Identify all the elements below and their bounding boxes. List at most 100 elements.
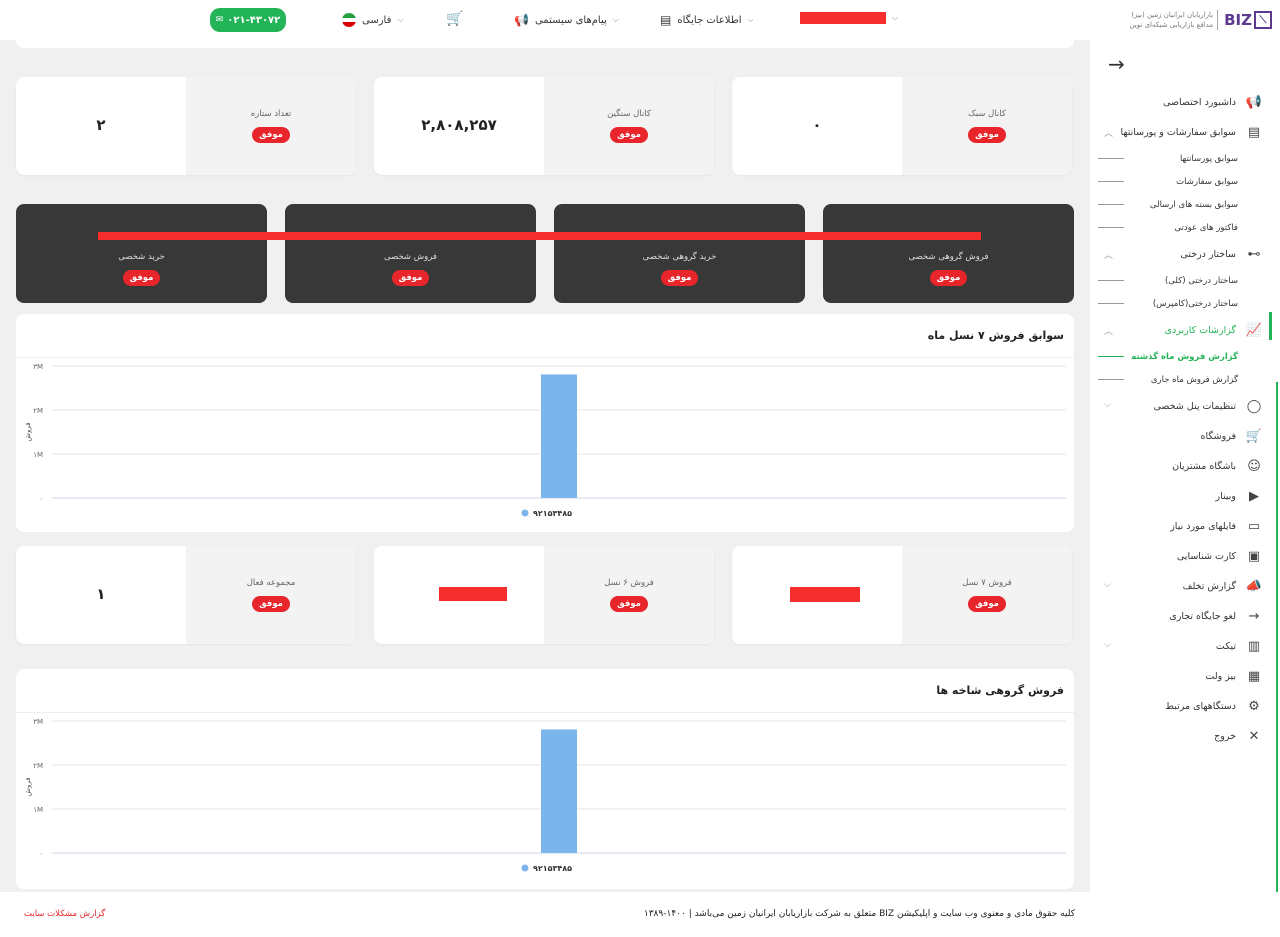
id-card-icon: ▣ [1247, 548, 1261, 564]
report-problems-link[interactable]: گزارش مشکلات سایت [24, 909, 105, 919]
y-tick-label: ۳M [33, 363, 43, 371]
sidebar-item[interactable]: ▶ وبینار [1090, 481, 1280, 511]
chevron-down-icon: ⌵ [892, 13, 899, 22]
bar-chart: ۳M ۲M ۱M ۰ فروش ۹۲۱۵۳۴۸۵ [24, 363, 1066, 518]
sidebar-item[interactable]: 📢 داشبورد اختصاصی [1090, 87, 1280, 117]
arrow-out-icon: → [1248, 608, 1260, 624]
legend-marker [521, 864, 529, 872]
sidebar-item-label: کارت شناسایی [1176, 550, 1236, 562]
sidebar-subitem[interactable]: فاکتور های عودتی [1090, 216, 1280, 239]
sidebar-item[interactable]: → لغو جایگاه تجاری [1090, 601, 1280, 631]
close-icon: ✕ [1248, 728, 1260, 744]
site-info-menu[interactable]: ⌵ اطلاعات جایگاه ▤ [660, 13, 754, 27]
megaphone-icon: 📢 [1245, 94, 1263, 110]
dark-card-label: خرید شخصی [118, 252, 165, 262]
legend-label[interactable]: ۹۲۱۵۳۴۸۵ [533, 864, 572, 873]
sidebar-item-label: خروج [1214, 730, 1236, 742]
phone-button[interactable]: ۰۲۱-۴۳۰۷۲ ✉ [210, 8, 286, 32]
sidebar-subitem[interactable]: گزارش فروش ماه جاری [1090, 368, 1280, 391]
sidebar-item-label: وبینار [1215, 490, 1236, 502]
stat-card-label-box: فروش ۷ نسل موفق [902, 546, 1072, 644]
sidebar-subitem[interactable]: ساختار درختی (کلی) [1090, 269, 1280, 292]
barcode-icon: ▥ [1247, 638, 1261, 654]
sidebar-subitem[interactable]: سوابق پورسانتها [1090, 147, 1280, 170]
user-icon: ◯ [1246, 398, 1262, 414]
cart-icon[interactable]: 🛒 [446, 11, 463, 27]
sidebar-item[interactable]: ▥ تیکت ⌵ [1090, 631, 1280, 661]
chart-title: سوابق فروش ۷ نسل ماه [16, 314, 1074, 358]
stat-card-label-box: تعداد ستاره موفق [186, 77, 356, 175]
legend-marker [521, 509, 529, 517]
sidebar-item[interactable]: ▣ کارت شناسایی [1090, 541, 1280, 571]
stat-value: ۱ [96, 585, 106, 603]
status-badge: موفق [610, 127, 648, 143]
chevron-down-icon: ⌵ [747, 15, 754, 24]
stat-card-label-box: کانال سنگین موفق [544, 77, 714, 175]
brand-header: ⟋ BIZ بازاریابان ایرانیان زمین (بیز) مدا… [1090, 0, 1280, 40]
club-icon: ☺ [1247, 458, 1261, 474]
sidebar-item[interactable]: ◯ تنظیمات پنل شخصی ⌵ [1090, 391, 1280, 421]
chart-bar [541, 374, 577, 498]
y-tick-label: ۰ [39, 495, 43, 503]
language-label: فارسی [362, 14, 392, 26]
sidebar-item[interactable]: 📣 گزارش تخلف ⌵ [1090, 571, 1280, 601]
sidebar-item[interactable]: ▦ بیز ولت [1090, 661, 1280, 691]
biz-logo[interactable]: ⟋ BIZ [1224, 11, 1272, 29]
dark-card-label: فروش شخصی [383, 252, 437, 262]
chart-panel-7-generation-sales: سوابق فروش ۷ نسل ماه ۳M ۲M ۱M ۰ فروش ۹۲۱۵۳۴۸۵ [16, 314, 1074, 532]
chevron-down-icon: ⌵ [397, 15, 404, 24]
user-menu[interactable]: ⌵ [800, 12, 898, 24]
sidebar: ⟋ BIZ بازاریابان ایرانیان زمین (بیز) مدا… [1090, 0, 1280, 892]
sidebar-item-label: بیز ولت [1205, 670, 1236, 682]
sidebar-item[interactable]: ✕ خروج [1090, 721, 1280, 751]
legend-label[interactable]: ۹۲۱۵۳۴۸۵ [533, 509, 572, 518]
stat-label: کانال سنگین [607, 109, 651, 119]
logo-text: BIZ [1224, 11, 1252, 29]
stat-card-label-box: مجموعه فعال موفق [186, 546, 356, 644]
chevron-down-icon: ⌵ [1104, 580, 1111, 590]
sidebar-item[interactable]: 🛒 فروشگاه [1090, 421, 1280, 451]
arrow-right-icon[interactable]: → [1108, 52, 1125, 76]
stat-value: ۰ [812, 116, 822, 134]
sidebar-subitem[interactable]: گزارش فروش ماه گذشته [1090, 345, 1280, 368]
chevron-down-icon: ⌵ [1104, 640, 1111, 650]
y-tick-label: ۳M [33, 718, 43, 726]
logo-mark-icon: ⟋ [1254, 11, 1272, 29]
status-badge: موفق [122, 270, 161, 286]
chart-panel-branch-group-sales: فروش گروهی شاخه ها ۳M ۲M ۱M ۰ فروش ۹۲۱۵۳۴۸۵ [16, 669, 1074, 889]
top-card-sliver [16, 40, 1074, 48]
chart-icon: 📈 [1245, 322, 1263, 338]
sidebar-subitem[interactable]: ساختار درختی(کامپرس) [1090, 292, 1280, 315]
sidebar-subitem[interactable]: سوابق سفارشات [1090, 170, 1280, 193]
sidebar-subitem[interactable]: سوابق بسته های ارسالی [1090, 193, 1280, 216]
stat-card-heavy-channel: کانال سنگین موفق ۲,۸۰۸,۲۵۷ [374, 77, 714, 175]
y-tick-label: ۱M [33, 806, 43, 814]
bar-chart: ۳M ۲M ۱M ۰ فروش ۹۲۱۵۳۴۸۵ [24, 718, 1066, 873]
stat-label: مجموعه فعال [246, 578, 296, 588]
phone-number: ۰۲۱-۴۳۰۷۲ [227, 14, 281, 26]
language-menu[interactable]: ⌵ فارسی [342, 13, 403, 27]
stat-label: فروش ۷ نسل [962, 578, 1012, 588]
sidebar-item[interactable]: ▭ فایلهای مورد نیاز [1090, 511, 1280, 541]
sidebar-item[interactable]: ⊶ ساختار درختی ︿ [1090, 239, 1280, 269]
sidebar-item[interactable]: ⚙ دستگاههای مرتبط [1090, 691, 1280, 721]
dark-card-label: فروش گروهی شخصی [908, 252, 989, 262]
sidebar-item-label: سوابق سفارشات و پورسانتها [1120, 126, 1236, 138]
megaphone-icon: 📢 [514, 13, 529, 27]
folder-icon: ▭ [1247, 518, 1261, 534]
dark-card-personal-group-purchase: خرید گروهی شخصی موفق [554, 204, 805, 303]
sidebar-item-label: ساختار درختی [1180, 248, 1236, 260]
stat-label: تعداد ستاره [250, 109, 292, 119]
stat-label: فروش ۶ نسل [604, 578, 654, 588]
sidebar-item[interactable]: ▤ سوابق سفارشات و پورسانتها ︿ [1090, 117, 1280, 147]
dark-card-label: خرید گروهی شخصی [642, 252, 717, 262]
system-messages-menu[interactable]: ⌵ پیام‌های سیستمی 📢 [514, 13, 619, 27]
status-badge: موفق [252, 596, 290, 612]
dark-card-personal-group-sales: فروش گروهی شخصی موفق [823, 204, 1074, 303]
sidebar-item-label: لغو جایگاه تجاری [1169, 610, 1236, 622]
main-content: کانال سبک موفق ۰ کانال سنگین موفق ۲,۸۰۸,… [0, 40, 1090, 892]
sidebar-item[interactable]: 📈 گزارشات کاربردی ︿ [1090, 315, 1280, 345]
sidebar-item[interactable]: ☺ باشگاه مشتریان [1090, 451, 1280, 481]
cart-icon: 🛒 [1245, 428, 1263, 444]
sidebar-item-label: باشگاه مشتریان [1172, 460, 1236, 472]
